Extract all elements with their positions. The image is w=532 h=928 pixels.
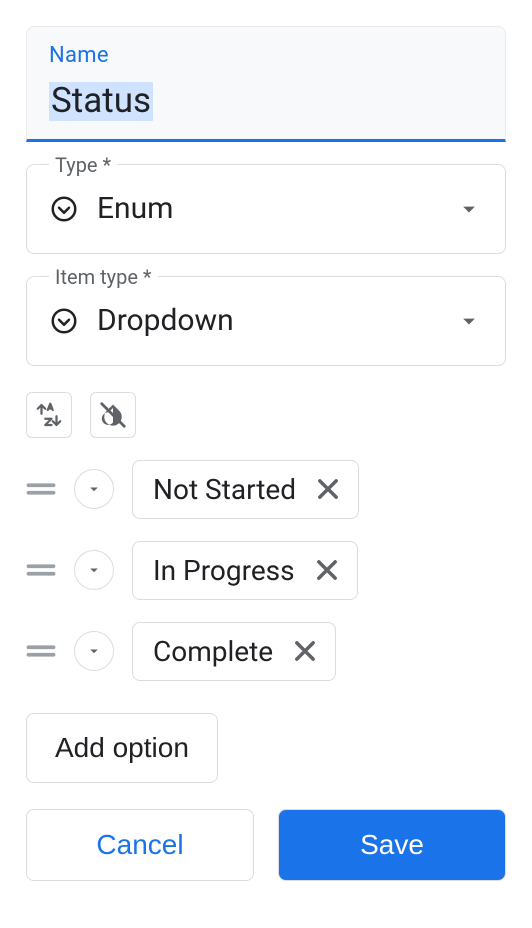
drag-handle-icon[interactable] (26, 479, 56, 499)
option-row: In Progress (26, 541, 506, 600)
option-chip[interactable]: Complete (132, 622, 336, 681)
option-label: Complete (153, 635, 273, 668)
option-row: Complete (26, 622, 506, 681)
option-label: Not Started (153, 473, 296, 506)
type-value: Enum (97, 191, 437, 226)
type-label: Type * (49, 153, 117, 177)
add-option-button[interactable]: Add option (26, 713, 218, 783)
item-type-label: Item type * (49, 265, 158, 289)
option-color-button[interactable] (74, 631, 114, 671)
option-color-button[interactable] (74, 550, 114, 590)
remove-option-button[interactable] (314, 475, 342, 503)
drag-handle-icon[interactable] (26, 641, 56, 661)
option-color-button[interactable] (74, 469, 114, 509)
drag-handle-icon[interactable] (26, 560, 56, 580)
option-row: Not Started (26, 460, 506, 519)
circle-caret-icon (49, 306, 79, 336)
name-label: Name (49, 43, 483, 68)
cancel-button[interactable]: Cancel (26, 809, 254, 881)
sort-az-icon (34, 400, 64, 430)
option-label: In Progress (153, 554, 295, 587)
name-field[interactable]: Name Status (26, 26, 506, 142)
invert-colors-off-icon (98, 400, 128, 430)
sort-az-button[interactable] (26, 392, 72, 438)
type-select[interactable]: Type * Enum (26, 164, 506, 254)
chevron-down-icon (455, 307, 483, 335)
chevron-down-icon (455, 195, 483, 223)
remove-option-button[interactable] (313, 556, 341, 584)
save-button[interactable]: Save (278, 809, 506, 881)
option-chip[interactable]: In Progress (132, 541, 358, 600)
remove-option-button[interactable] (291, 637, 319, 665)
circle-caret-icon (49, 194, 79, 224)
option-chip[interactable]: Not Started (132, 460, 359, 519)
item-type-value: Dropdown (97, 303, 437, 338)
color-off-button[interactable] (90, 392, 136, 438)
name-input-value[interactable]: Status (49, 82, 153, 121)
item-type-select[interactable]: Item type * Dropdown (26, 276, 506, 366)
